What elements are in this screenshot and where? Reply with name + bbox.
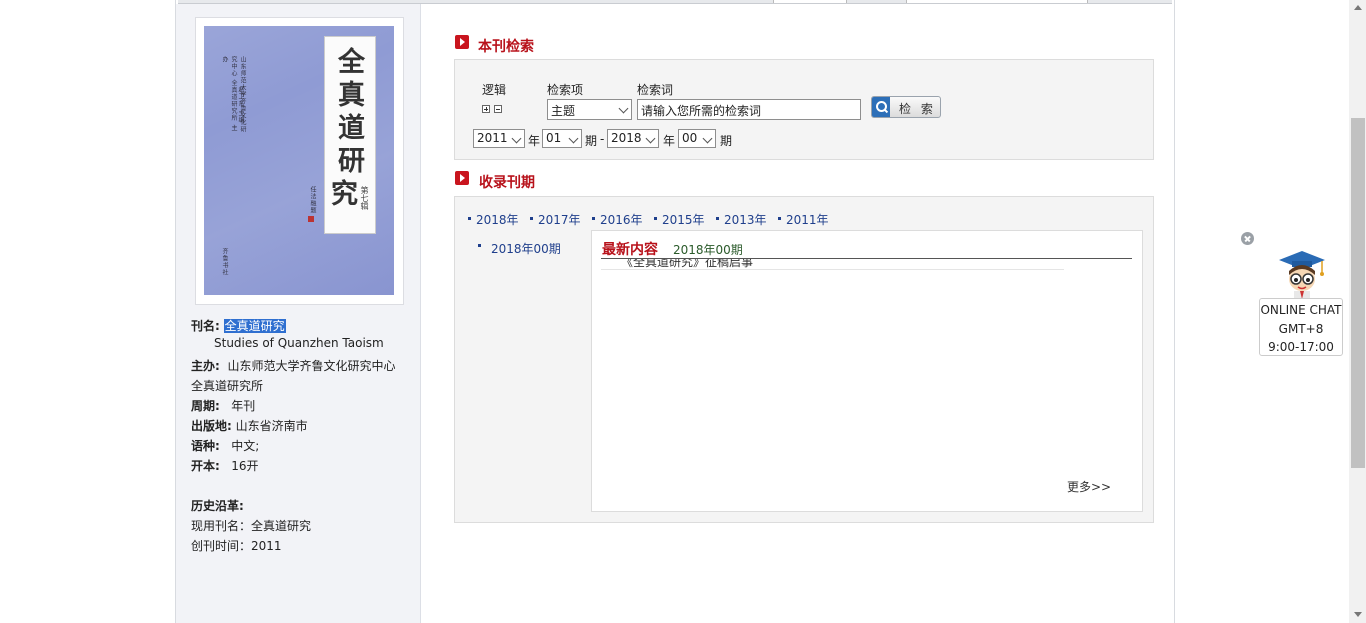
to-year-select[interactable]: 2018 xyxy=(607,129,659,148)
from-year-value: 2011 xyxy=(477,131,508,145)
cover-seal xyxy=(308,216,314,222)
journal-language-row: 语种: 中文; xyxy=(191,437,259,454)
article-link[interactable]: 《全真道研究》征稿启事 xyxy=(621,259,753,269)
cover-title-char: 研 xyxy=(338,146,365,177)
year-tab-2016[interactable]: 2016年 xyxy=(600,211,643,228)
year-tab-2018[interactable]: 2018年 xyxy=(476,211,519,228)
chevron-down-icon xyxy=(702,133,713,144)
from-year-select[interactable]: 2011 xyxy=(473,129,525,148)
journal-sponsor-row: 主办: 山东师范大学齐鲁文化研究中心 xyxy=(191,357,395,374)
cover-title-char: 全 xyxy=(338,47,365,78)
year-char: 年 xyxy=(528,134,541,148)
add-condition-icon[interactable] xyxy=(482,105,490,113)
bullet xyxy=(654,217,657,220)
cover-volume: 第七辑 xyxy=(360,186,369,210)
frequency-value: 年刊 xyxy=(231,399,256,413)
bullet xyxy=(716,217,719,220)
bullet xyxy=(530,217,533,220)
journal-cover-image: 全 真 道 研 究 第七辑 山东师范大学齐鲁文化研究中心 全真道研究所 主办 赵… xyxy=(204,26,394,295)
chevron-down-icon xyxy=(645,133,656,144)
issue-char: 期 xyxy=(720,134,733,148)
from-issue-select[interactable]: 01 xyxy=(542,129,582,148)
article-list-viewport: 《全真道研究》征稿启事 xyxy=(601,259,1061,269)
cover-publisher: 齐鲁书社 xyxy=(221,248,228,276)
to-issue-select[interactable]: 00 xyxy=(678,129,716,148)
journal-format-row: 开本: 16开 xyxy=(191,457,259,474)
section-arrow-icon xyxy=(455,35,469,49)
search-field-select[interactable]: 主题 xyxy=(547,99,632,120)
format-label: 开本: xyxy=(191,459,220,473)
frequency-label: 周期: xyxy=(191,399,220,413)
cover-title-char: 道 xyxy=(338,113,365,144)
history-start-time: 创刊时间：2011 xyxy=(191,539,282,553)
journal-title-row: 刊名: 全真道研究 xyxy=(191,317,286,334)
cover-title-char: 究 xyxy=(331,179,358,210)
issue-link-2018-00[interactable]: 2018年00期 xyxy=(491,240,561,257)
issue-char: 期 xyxy=(585,134,598,148)
bullet xyxy=(778,217,781,220)
keyword-input[interactable]: 请输入您所需的检索词 xyxy=(637,99,861,120)
journal-english-title: Studies of Quanzhen Taoism xyxy=(214,336,384,350)
history-label: 历史沿革: xyxy=(191,499,244,513)
cover-editor-line: 赵卫东 主编 xyxy=(237,86,244,124)
journal-place-row: 出版地: 山东省济南市 xyxy=(191,417,308,434)
scroll-up-arrow-icon[interactable] xyxy=(1354,5,1362,10)
logic-label: 逻辑 xyxy=(482,83,507,97)
cover-signature: 任法融题 xyxy=(309,186,316,214)
more-link[interactable]: 更多>> xyxy=(1067,478,1111,495)
search-field-value: 主题 xyxy=(551,104,576,118)
search-button[interactable]: 检 索 xyxy=(871,96,941,118)
bullet xyxy=(592,217,595,220)
scrollbar-thumb[interactable] xyxy=(1351,118,1365,468)
to-issue-value: 00 xyxy=(682,131,698,145)
place-value: 山东省济南市 xyxy=(235,419,308,433)
year-tab-2013[interactable]: 2013年 xyxy=(724,211,767,228)
top-nav-search-field[interactable] xyxy=(906,0,1088,3)
divider xyxy=(601,269,1064,270)
field-label: 检索项 xyxy=(547,83,584,97)
search-icon xyxy=(872,97,890,117)
format-value: 16开 xyxy=(231,459,259,473)
year-tab-2015[interactable]: 2015年 xyxy=(662,211,705,228)
chat-line-3: 9:00-17:00 xyxy=(1268,340,1334,354)
chevron-down-icon xyxy=(511,133,522,144)
search-button-label: 检 索 xyxy=(899,102,936,116)
latest-issue-label: 2018年00期 xyxy=(673,243,743,257)
year-char: 年 xyxy=(663,134,676,148)
search-section-title: 本刊检索 xyxy=(478,39,534,55)
scroll-down-arrow-icon[interactable] xyxy=(1354,612,1362,617)
range-separator: - xyxy=(600,132,605,146)
from-issue-value: 01 xyxy=(546,131,562,145)
history-current-name: 现用刊名：全真道研究 xyxy=(191,519,312,533)
latest-content-title: 最新内容 xyxy=(602,242,658,258)
place-label: 出版地: xyxy=(191,419,232,433)
year-tab-2011[interactable]: 2011年 xyxy=(786,211,829,228)
term-label: 检索词 xyxy=(637,83,674,97)
sponsor-value-2: 全真道研究所 xyxy=(191,379,264,393)
issues-section-title: 收录刊期 xyxy=(479,175,535,191)
online-chat-widget[interactable]: ONLINE CHAT GMT+8 9:00-17:00 xyxy=(1259,298,1343,356)
journal-frequency-row: 周期: 年刊 xyxy=(191,397,255,414)
sponsor-value: 山东师范大学齐鲁文化研究中心 xyxy=(227,359,396,373)
sponsor-label: 主办: xyxy=(191,359,220,373)
language-value: 中文; xyxy=(231,439,260,453)
chevron-down-icon xyxy=(568,133,579,144)
cover-title-char: 真 xyxy=(338,80,365,111)
language-label: 语种: xyxy=(191,439,220,453)
journal-title-value: 全真道研究 xyxy=(223,319,286,333)
close-icon[interactable] xyxy=(1241,232,1254,245)
section-arrow-icon xyxy=(455,171,469,185)
chat-line-2: GMT+8 xyxy=(1278,321,1324,336)
journal-title-label: 刊名: xyxy=(191,319,220,333)
latest-content-panel xyxy=(591,230,1143,512)
chevron-down-icon xyxy=(618,103,629,114)
to-year-value: 2018 xyxy=(611,131,642,145)
year-tab-2017[interactable]: 2017年 xyxy=(538,211,581,228)
bullet xyxy=(468,217,471,220)
bullet xyxy=(478,244,481,247)
top-nav-tab[interactable] xyxy=(773,0,847,3)
remove-condition-icon[interactable] xyxy=(494,105,502,113)
chat-line-1: ONLINE CHAT xyxy=(1260,303,1342,317)
chat-mascot-icon[interactable] xyxy=(1276,249,1328,301)
